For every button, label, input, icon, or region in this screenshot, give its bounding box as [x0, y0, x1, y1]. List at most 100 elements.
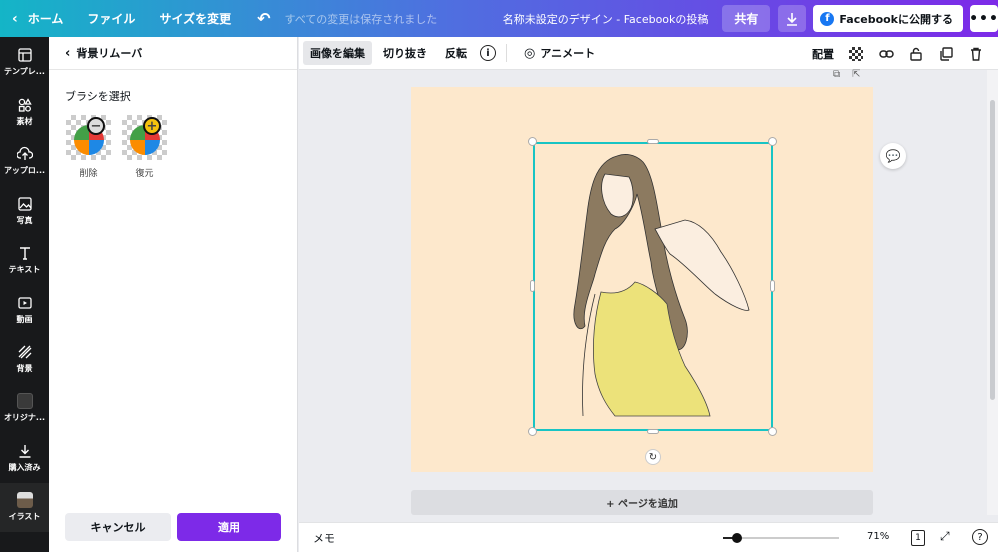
rail-item-templates[interactable]: テンプレ...	[0, 37, 49, 87]
download-icon	[787, 12, 798, 26]
page-count-button[interactable]: 1	[911, 530, 925, 546]
lock-icon	[910, 47, 922, 61]
restore-brush-label: 復元	[135, 169, 154, 179]
illustration-thumb	[16, 492, 33, 509]
notes-button[interactable]: メモ	[313, 530, 335, 546]
minus-icon: −	[87, 117, 105, 135]
resize-handle-top[interactable]	[647, 139, 659, 144]
rail-label: 写真	[16, 215, 33, 225]
resize-button[interactable]: サイズを変更	[147, 0, 243, 37]
undo-icon[interactable]: ↶	[243, 0, 278, 37]
page-actions: ⧉ ⇱	[833, 69, 861, 80]
publish-label: Facebookに公開する	[839, 12, 953, 26]
resize-handle-left[interactable]	[530, 280, 535, 292]
top-bar: ‹ ホーム ファイル サイズを変更 ↶ すべての変更は保存されました 名称未設定…	[0, 0, 998, 37]
zoom-knob[interactable]	[731, 533, 742, 543]
transparency-icon	[849, 46, 863, 61]
apply-button[interactable]: 適用	[177, 513, 281, 541]
delete-button[interactable]	[968, 46, 984, 62]
file-menu[interactable]: ファイル	[75, 0, 147, 37]
link-icon	[878, 49, 894, 58]
plus-icon: +	[143, 117, 161, 135]
comment-icon[interactable]: 💬	[880, 143, 906, 169]
panel-title: 背景リムーバ	[76, 47, 143, 60]
restore-brush[interactable]: + 復元	[122, 115, 167, 179]
selection-frame[interactable]	[533, 142, 773, 431]
home-label: ホーム	[27, 12, 64, 26]
rail-item-original[interactable]: オリジナ...	[0, 384, 49, 434]
erase-brush[interactable]: − 削除	[66, 115, 111, 179]
cancel-button[interactable]: キャンセル	[65, 513, 171, 541]
rail-item-purchased[interactable]: 購入済み	[0, 433, 49, 483]
rail-label: 素材	[16, 116, 33, 126]
add-page-button[interactable]: + ページを追加	[411, 490, 873, 515]
resize-handle-br[interactable]	[768, 427, 777, 436]
rail-item-illustration[interactable]: イラスト	[0, 482, 49, 532]
chevron-left-icon[interactable]: ‹	[65, 46, 70, 61]
position-button[interactable]: 配置	[812, 46, 834, 62]
resize-handle-tl[interactable]	[528, 137, 537, 146]
resize-handle-tr[interactable]	[768, 137, 777, 146]
vertical-scrollbar[interactable]	[987, 70, 998, 515]
page-duplicate-icon[interactable]: ⧉	[833, 69, 840, 80]
duplicate-button[interactable]	[938, 46, 954, 62]
info-icon[interactable]: i	[480, 45, 496, 61]
facebook-icon: f	[820, 11, 835, 26]
text-icon	[19, 247, 30, 260]
rail-label: オリジナ...	[3, 413, 46, 423]
video-icon	[17, 297, 32, 309]
erase-brush-preview: −	[66, 115, 111, 160]
toolbar-divider	[506, 44, 507, 62]
erase-brush-label: 削除	[79, 169, 98, 179]
link-button[interactable]	[878, 46, 894, 62]
flip-button[interactable]: 反転	[438, 41, 474, 65]
upload-icon	[16, 147, 33, 161]
panel-header[interactable]: ‹ 背景リムーバ	[49, 37, 297, 70]
brush-heading: ブラシを選択	[65, 90, 131, 103]
duplicate-icon	[940, 46, 953, 61]
template-icon	[17, 48, 32, 62]
rail-item-elements[interactable]: 素材	[0, 87, 49, 137]
rail-item-background[interactable]: 背景	[0, 334, 49, 384]
zoom-value[interactable]: 71%	[867, 531, 889, 542]
rotate-icon[interactable]: ↻	[645, 449, 661, 465]
zoom-slider[interactable]	[723, 533, 839, 543]
animate-button[interactable]: ◎ アニメート	[517, 41, 602, 65]
photo-icon	[17, 197, 32, 211]
bottom-bar: メモ 71% 1 ⤢ ?	[299, 522, 998, 552]
save-status: すべての変更は保存されました	[284, 12, 438, 26]
rail-item-text[interactable]: テキスト	[0, 235, 49, 285]
animate-label: アニメート	[540, 47, 596, 60]
download-button[interactable]	[778, 5, 807, 32]
page-expand-icon[interactable]: ⇱	[852, 69, 860, 80]
design-title[interactable]: 名称未設定のデザイン - Facebookの投稿	[491, 0, 723, 37]
toolbar-right: 配置	[812, 37, 998, 70]
rail-item-uploads[interactable]: アップロ...	[0, 136, 49, 186]
rail-label: テンプレ...	[4, 67, 45, 77]
fullscreen-icon[interactable]: ⤢	[940, 529, 950, 544]
background-icon	[18, 345, 31, 359]
background-remover-panel: ‹ 背景リムーバ ブラシを選択 − 削除 + 復元 キャンセル 適用	[49, 37, 298, 552]
left-rail: テンプレ... 素材 アップロ... 写真 テキスト 動画 背景 オリジナ...…	[0, 37, 49, 552]
transparency-button[interactable]	[848, 46, 864, 62]
rail-label: 動画	[16, 314, 33, 324]
rail-label: 背景	[16, 364, 33, 374]
scroll-thumb[interactable]	[990, 100, 995, 400]
rail-item-photos[interactable]: 写真	[0, 186, 49, 236]
share-button[interactable]: 共有	[722, 5, 771, 32]
lock-button[interactable]	[908, 46, 924, 62]
resize-handle-bl[interactable]	[528, 427, 537, 436]
resize-handle-right[interactable]	[770, 280, 775, 292]
home-button[interactable]: ‹ ホーム	[0, 0, 75, 37]
publish-facebook-button[interactable]: f Facebookに公開する	[813, 5, 963, 32]
resize-handle-bottom[interactable]	[647, 429, 659, 434]
crop-button[interactable]: 切り抜き	[376, 41, 434, 65]
rail-item-video[interactable]: 動画	[0, 285, 49, 335]
editor-toolbar: 画像を編集 切り抜き 反転 i ◎ アニメート 配置	[299, 37, 998, 70]
help-icon[interactable]: ?	[972, 529, 988, 545]
more-options-button[interactable]: •••	[969, 5, 998, 32]
trash-icon	[971, 47, 981, 61]
rail-label: 購入済み	[8, 463, 41, 473]
chevron-left-icon: ‹	[12, 10, 18, 27]
edit-image-button[interactable]: 画像を編集	[303, 41, 372, 65]
